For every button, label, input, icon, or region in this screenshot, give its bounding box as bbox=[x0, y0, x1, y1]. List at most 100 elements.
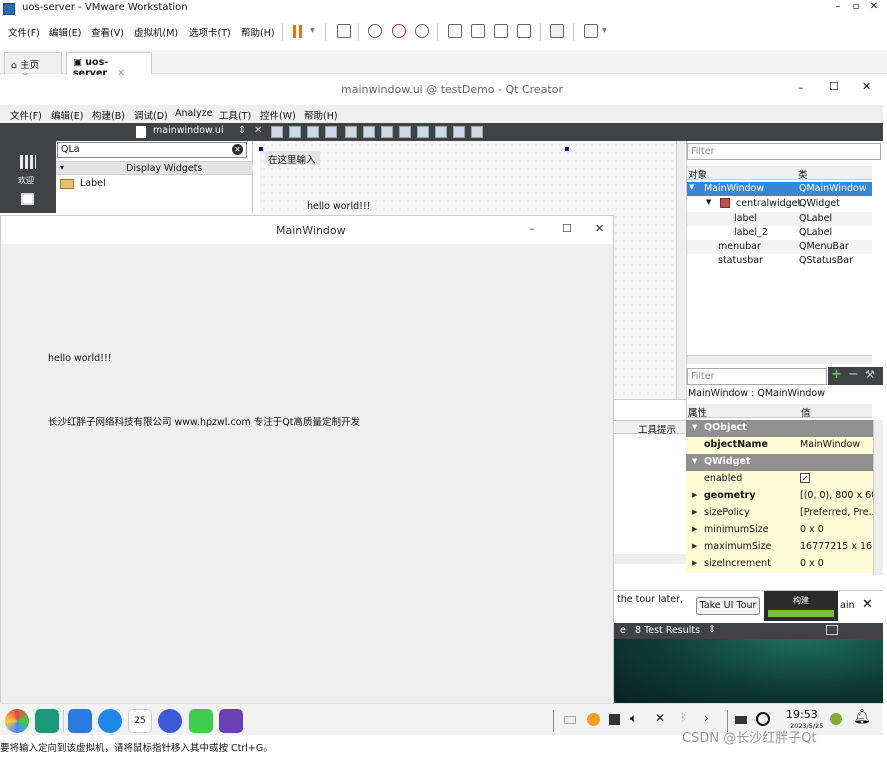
mode-welcome-label[interactable]: 欢迎 bbox=[18, 175, 34, 186]
chevron-down-icon[interactable]: ▾ bbox=[310, 25, 315, 36]
form-menubar-placeholder[interactable]: 在这里输入 bbox=[265, 151, 320, 166]
widget-item-label[interactable]: Label bbox=[60, 178, 106, 189]
menu-help[interactable]: 帮助(H) bbox=[241, 25, 275, 39]
enabled-checkbox[interactable]: ✓ bbox=[800, 473, 810, 483]
menu-widgets[interactable]: 控件(W) bbox=[260, 108, 296, 122]
object-hscrollbar[interactable] bbox=[687, 355, 872, 364]
layout-v-splitter-icon[interactable] bbox=[399, 126, 411, 138]
settings-icon[interactable] bbox=[158, 709, 182, 733]
remove-property-icon[interactable]: − bbox=[848, 367, 859, 382]
configure-icon[interactable]: ⚒ bbox=[865, 368, 875, 381]
close-icon[interactable]: ✕ bbox=[862, 597, 873, 612]
edit-tab-order-icon[interactable] bbox=[325, 126, 337, 138]
network-icon[interactable]: ✕ bbox=[655, 711, 665, 725]
form-label[interactable]: hello world!!! bbox=[307, 201, 371, 212]
chevron-down-icon[interactable]: ▾ bbox=[602, 25, 607, 36]
power-icon[interactable] bbox=[756, 712, 770, 726]
console-icon[interactable] bbox=[550, 24, 564, 38]
close-icon[interactable]: ✕ bbox=[254, 125, 262, 136]
file-selector-icon[interactable]: ⇕ bbox=[238, 125, 246, 136]
maximize-icon[interactable]: ☐ bbox=[562, 222, 572, 235]
calendar-icon[interactable]: 25 bbox=[128, 709, 152, 733]
property-row[interactable]: enabled ✓ bbox=[686, 471, 873, 488]
add-property-icon[interactable]: + bbox=[831, 367, 842, 382]
output-toggle-icon[interactable] bbox=[826, 625, 838, 635]
test-results-tab[interactable]: 8 Test Results bbox=[635, 625, 700, 636]
close-icon[interactable]: ✕ bbox=[862, 80, 871, 93]
maximize-icon[interactable]: ▫ bbox=[848, 1, 864, 17]
pane-selector-icon[interactable]: ⇕ bbox=[708, 624, 716, 635]
expand-arrow-icon[interactable]: ▼ bbox=[692, 457, 697, 465]
maximize-icon[interactable]: ☐ bbox=[829, 80, 839, 93]
property-row[interactable]: objectName MainWindow bbox=[686, 437, 873, 454]
edit-signals-icon[interactable] bbox=[289, 126, 301, 138]
snapshot-icon[interactable] bbox=[368, 24, 382, 38]
property-value[interactable]: MainWindow bbox=[800, 439, 860, 450]
layout-form-icon[interactable] bbox=[417, 126, 429, 138]
open-file-name[interactable]: mainwindow.ui bbox=[153, 125, 224, 136]
expand-arrow-icon[interactable]: ▶ bbox=[692, 525, 697, 533]
fullscreen-icon[interactable] bbox=[494, 24, 508, 38]
menu-tools[interactable]: 工具(T) bbox=[219, 108, 251, 122]
expand-arrow-icon[interactable]: ▶ bbox=[692, 508, 697, 516]
edit-mode-icon[interactable] bbox=[21, 193, 34, 205]
selection-handle[interactable] bbox=[565, 147, 569, 151]
layout-vertical-icon[interactable] bbox=[363, 126, 375, 138]
pause-icon[interactable] bbox=[293, 25, 296, 38]
notification-bell-icon[interactable]: 🔔︎ bbox=[853, 709, 871, 725]
menu-edit[interactable]: 编辑(E) bbox=[51, 108, 83, 122]
edit-buddies-icon[interactable] bbox=[307, 126, 319, 138]
menu-edit[interactable]: 编辑(E) bbox=[49, 25, 81, 39]
property-value[interactable]: 16777215 x 16... bbox=[800, 541, 873, 552]
app-store-icon[interactable] bbox=[68, 709, 92, 733]
take-ui-tour-button[interactable]: Take UI Tour bbox=[696, 597, 760, 615]
menu-analyze[interactable]: Analyze bbox=[175, 108, 212, 119]
expand-arrow-icon[interactable]: ▼ bbox=[706, 198, 711, 206]
qtcreator-icon[interactable] bbox=[189, 709, 213, 733]
launcher-icon[interactable] bbox=[5, 709, 29, 733]
screenshot-icon[interactable] bbox=[609, 714, 620, 725]
menu-build[interactable]: 构建(B) bbox=[92, 108, 125, 122]
property-value[interactable]: 0 x 0 bbox=[800, 558, 824, 569]
expand-arrow-icon[interactable]: ▶ bbox=[692, 491, 697, 499]
terminal-icon[interactable] bbox=[35, 709, 59, 733]
property-row[interactable]: ▶ geometry [(0, 0), 800 x 600] bbox=[686, 488, 873, 505]
thumbnail-icon[interactable] bbox=[471, 24, 485, 38]
guest-screen[interactable]: mainwindow.ui @ testDemo - Qt Creator – … bbox=[0, 75, 883, 735]
send-keys-icon[interactable] bbox=[337, 24, 351, 38]
expand-arrow-icon[interactable]: ▶ bbox=[692, 542, 697, 550]
property-value[interactable]: 0 x 0 bbox=[800, 524, 824, 535]
object-row[interactable]: ▼ MainWindow QMainWindow bbox=[687, 182, 872, 196]
property-value[interactable]: [Preferred, Pre... bbox=[800, 507, 873, 518]
adjust-size-icon[interactable] bbox=[471, 126, 483, 138]
revert-snapshot-icon[interactable] bbox=[392, 24, 406, 38]
menu-tabs[interactable]: 选项卡(T) bbox=[189, 25, 231, 39]
menu-vm[interactable]: 虚拟机(M) bbox=[134, 25, 178, 39]
property-group[interactable]: ▼ QWidget bbox=[686, 454, 873, 471]
object-row[interactable]: statusbar QStatusBar bbox=[687, 254, 872, 268]
widget-search-input[interactable]: QLa ✕ bbox=[57, 142, 247, 158]
property-group[interactable]: ▼ QObject bbox=[686, 420, 873, 437]
object-row[interactable]: menubar QMenuBar bbox=[687, 240, 872, 254]
property-value[interactable]: [(0, 0), 800 x 600] bbox=[800, 490, 873, 501]
close-icon[interactable]: ✕ bbox=[595, 222, 604, 235]
running-mainwindow[interactable]: MainWindow – ☐ ✕ hello world!!! 长沙红胖子网络科… bbox=[0, 215, 614, 735]
widget-category[interactable]: ▾ Display Widgets bbox=[56, 161, 253, 175]
collapse-arrow-icon[interactable]: ▾ bbox=[60, 163, 64, 172]
input-method-icon[interactable] bbox=[587, 713, 600, 726]
layout-horizontal-icon[interactable] bbox=[345, 126, 357, 138]
close-icon[interactable]: ✕ bbox=[866, 1, 882, 17]
minimize-icon[interactable]: – bbox=[798, 81, 804, 94]
object-filter-input[interactable]: Filter bbox=[687, 143, 881, 160]
layout-grid-icon[interactable] bbox=[435, 126, 447, 138]
unity-icon[interactable] bbox=[517, 24, 531, 38]
minimize-icon[interactable]: – bbox=[830, 1, 846, 17]
app-icon[interactable] bbox=[219, 709, 243, 733]
expand-arrow-icon[interactable]: ▼ bbox=[689, 183, 694, 191]
device-icon[interactable] bbox=[735, 716, 747, 724]
menu-file[interactable]: 文件(F) bbox=[8, 25, 40, 39]
welcome-icon[interactable] bbox=[20, 155, 36, 169]
object-row[interactable]: ▼ centralwidget QWidget bbox=[687, 197, 872, 211]
clear-search-icon[interactable]: ✕ bbox=[232, 144, 243, 155]
tab-uos-server[interactable]: ▣ uos-server ✕ bbox=[66, 52, 152, 79]
